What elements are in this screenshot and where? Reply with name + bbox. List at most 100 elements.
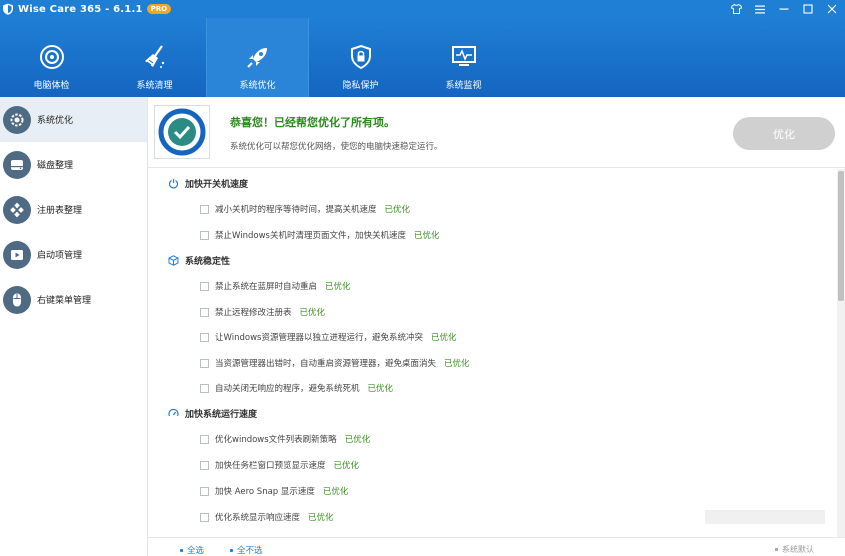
item-status: 已优化 (299, 308, 326, 318)
main-panel: 恭喜您！已经帮您优化了所有项。 系统优化可以帮您优化网络，使您的电脑快速稳定运行… (148, 97, 845, 556)
sidebar-item-label: 右键菜单管理 (37, 296, 92, 306)
main-nav: 电脑体检 系统清理 系统优化 隐私保护 系统监视 (0, 18, 845, 97)
maximize-icon[interactable] (801, 2, 815, 16)
item-checkbox[interactable] (200, 383, 209, 393)
status-title: 恭喜您！已经帮您优化了所有项。 (230, 116, 395, 129)
item-status: 已优化 (333, 461, 360, 471)
item-text: 加快 Aero Snap 显示速度 (215, 487, 315, 497)
item-text: 当资源管理器出错时，自动重启资源管理器，避免桌面消失 (215, 359, 437, 369)
item-checkbox[interactable] (200, 358, 209, 368)
tab-label: 电脑体检 (33, 81, 70, 91)
monitor-pulse-icon (449, 42, 479, 72)
optimize-button[interactable]: 优化 (733, 117, 835, 150)
item-checkbox[interactable] (200, 460, 209, 470)
tab-label: 系统清理 (136, 81, 173, 91)
shirt-icon[interactable] (729, 2, 743, 16)
tab-system-monitor[interactable]: 系统监视 (412, 18, 515, 97)
item-text: 加快任务栏窗口预览显示速度 (215, 461, 326, 471)
tab-pc-checkup[interactable]: 电脑体检 (0, 18, 103, 97)
status-description: 系统优化可以帮您优化网络，使您的电脑快速稳定运行。 (230, 142, 443, 152)
tab-label: 系统优化 (239, 81, 276, 91)
target-icon (37, 42, 67, 72)
item-status: 已优化 (384, 205, 411, 215)
list-item: 优化windows文件列表刷新策略 已优化 (200, 433, 370, 445)
minimize-icon[interactable] (777, 2, 791, 16)
section-header: 加快系统运行速度 (168, 407, 257, 420)
list-item: 减小关机时的程序等待时间，提高关机速度 已优化 (200, 203, 410, 215)
mouse-icon (3, 285, 31, 314)
item-status: 已优化 (325, 282, 351, 292)
sidebar-item-label: 注册表整理 (37, 206, 83, 216)
item-checkbox[interactable] (200, 434, 209, 444)
item-checkbox[interactable] (200, 307, 209, 317)
system-default-link[interactable]: 系统默认 (775, 544, 814, 555)
bullet-icon (775, 548, 778, 551)
list-item: 当资源管理器出错时，自动重启资源管理器，避免桌面消失 已优化 (200, 357, 470, 369)
divider (148, 167, 845, 168)
list-item: 加快 Aero Snap 显示速度 已优化 (200, 485, 348, 497)
section-header: 系统稳定性 (168, 254, 230, 267)
list-item: 禁止Windows关机时清理页面文件，加快关机速度 已优化 (200, 229, 439, 241)
gear-icon (3, 105, 31, 134)
item-checkbox[interactable] (200, 332, 209, 342)
tab-label: 隐私保护 (342, 81, 379, 91)
scrollbar[interactable] (837, 169, 845, 539)
sidebar: 系统优化 磁盘整理 注册表整理 启动项管理 右键菜单管理 (0, 97, 148, 556)
sidebar-item-label: 系统优化 (37, 116, 74, 126)
blurred-region (705, 510, 825, 524)
item-status: 已优化 (367, 384, 394, 394)
select-none-link[interactable]: 全不选 (230, 544, 263, 556)
list-item: 禁止系统在蓝屏时自动重启 已优化 (200, 280, 351, 292)
item-status: 已优化 (344, 435, 371, 445)
disk-icon (3, 150, 31, 179)
select-all-link[interactable]: 全选 (180, 544, 204, 556)
item-checkbox[interactable] (200, 230, 209, 240)
sidebar-item-startup[interactable]: 启动项管理 (0, 232, 147, 277)
item-status: 已优化 (413, 231, 440, 241)
footer-bar: 全选 全不选 系统默认 (148, 537, 845, 556)
app-title: Wise Care 365 - 6.1.1 (18, 3, 143, 15)
speedometer-icon (168, 408, 179, 419)
section-header: 加快开关机速度 (168, 177, 248, 190)
tab-privacy[interactable]: 隐私保护 (309, 18, 412, 97)
item-checkbox[interactable] (200, 486, 209, 496)
power-icon (168, 178, 179, 189)
select-all-label: 全选 (187, 546, 205, 556)
item-text: 让Windows资源管理器以独立进程运行，避免系统冲突 (215, 333, 423, 343)
item-text: 优化windows文件列表刷新策略 (215, 435, 337, 445)
sidebar-item-registry[interactable]: 注册表整理 (0, 187, 147, 232)
item-status: 已优化 (322, 487, 349, 497)
title-bar: Wise Care 365 - 6.1.1 PRO (0, 0, 845, 18)
item-text: 减小关机时的程序等待时间，提高关机速度 (215, 205, 377, 215)
item-status: 已优化 (308, 513, 334, 523)
select-none-label: 全不选 (237, 546, 263, 556)
bullet-icon (180, 548, 183, 552)
play-icon (3, 240, 31, 269)
item-text: 优化系统显示响应速度 (215, 513, 301, 523)
menu-icon[interactable] (753, 2, 767, 16)
item-text: 自动关闭无响应的程序，避免系统死机 (215, 384, 360, 394)
sidebar-item-label: 启动项管理 (37, 251, 83, 261)
scrollbar-thumb[interactable] (838, 171, 844, 301)
tab-system-optimize[interactable]: 系统优化 (206, 18, 309, 97)
close-icon[interactable] (825, 2, 839, 16)
item-text: 禁止Windows关机时清理页面文件，加快关机速度 (215, 231, 406, 241)
shield-lock-icon (346, 42, 376, 72)
item-checkbox[interactable] (200, 512, 209, 522)
app-logo-icon (3, 3, 13, 15)
sidebar-item-label: 磁盘整理 (37, 161, 74, 171)
status-icon-box (154, 105, 210, 159)
pro-badge: PRO (146, 4, 172, 14)
registry-icon (3, 195, 31, 224)
section-title: 加快系统运行速度 (185, 410, 258, 420)
section-title: 加快开关机速度 (185, 180, 249, 190)
item-status: 已优化 (430, 333, 457, 343)
tab-system-clean[interactable]: 系统清理 (103, 18, 206, 97)
sidebar-item-disk-defrag[interactable]: 磁盘整理 (0, 142, 147, 187)
item-checkbox[interactable] (200, 281, 209, 291)
sidebar-item-system-optimize[interactable]: 系统优化 (0, 97, 147, 142)
item-checkbox[interactable] (200, 204, 209, 214)
sidebar-item-context-menu[interactable]: 右键菜单管理 (0, 277, 147, 322)
list-item: 自动关闭无响应的程序，避免系统死机 已优化 (200, 382, 393, 394)
system-default-label: 系统默认 (782, 545, 814, 554)
